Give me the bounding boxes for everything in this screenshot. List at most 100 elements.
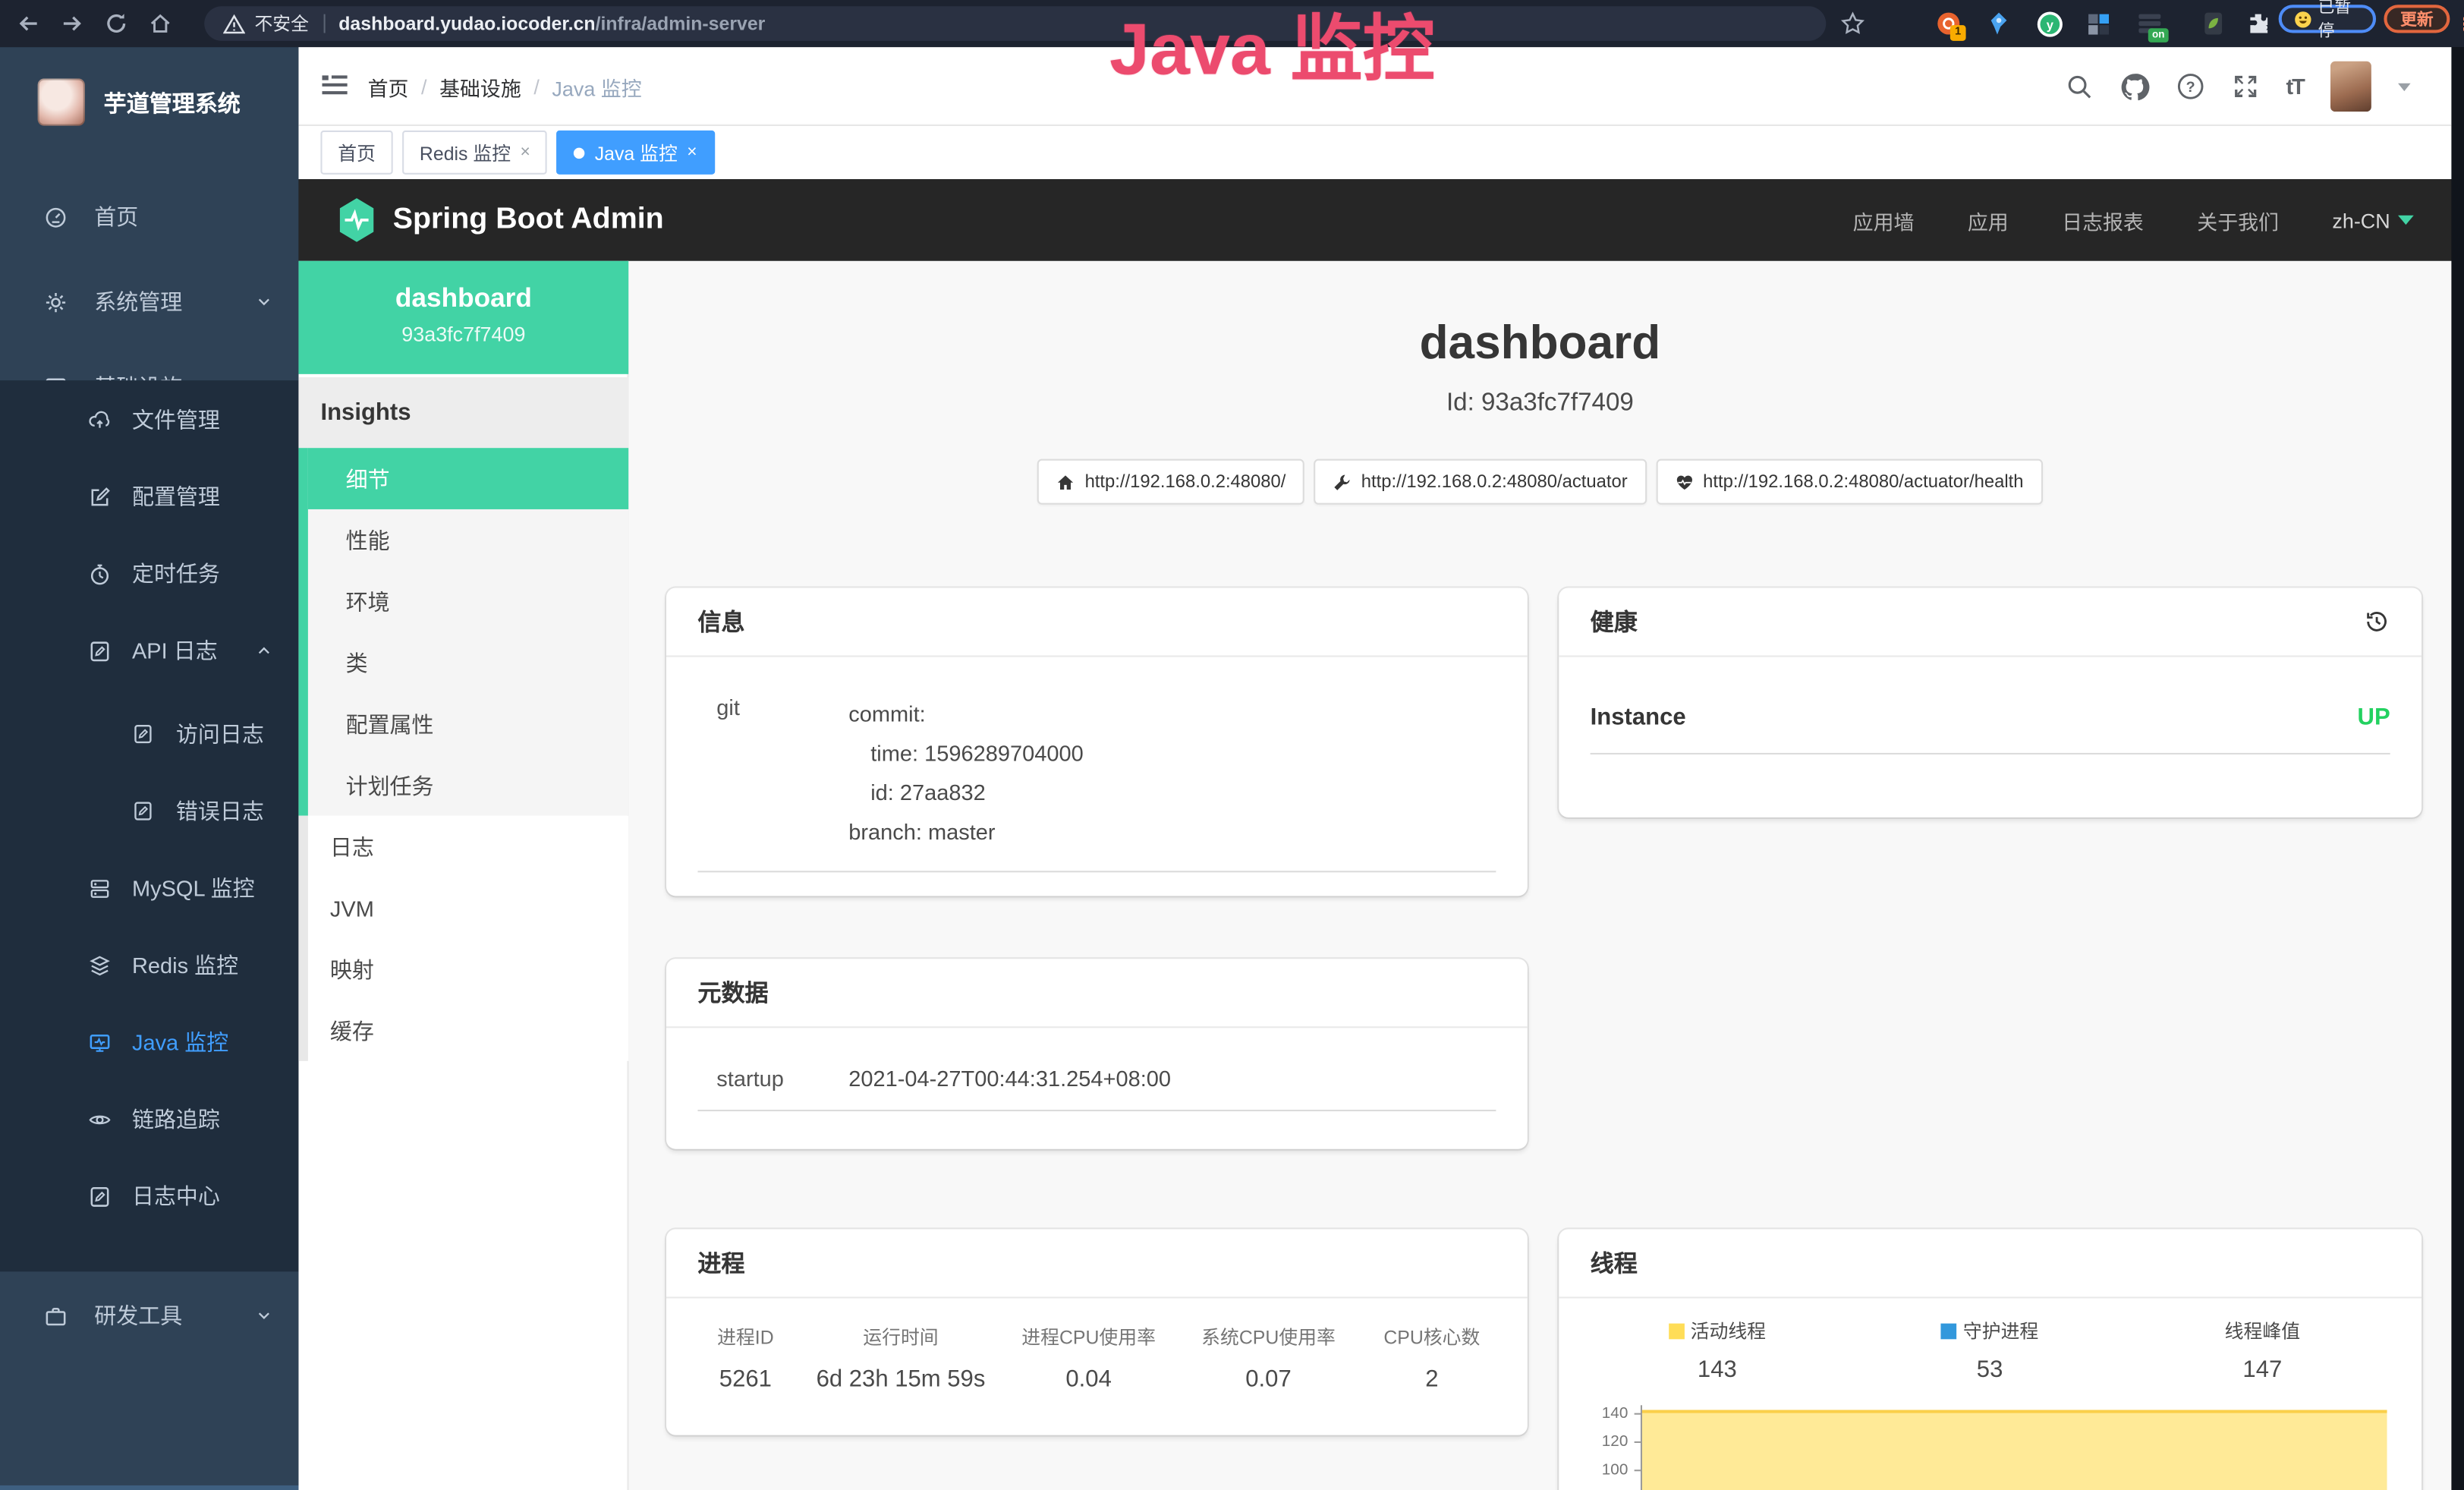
bookmark-star-button[interactable] — [1836, 8, 1871, 39]
threads-legend: 活动线程 守护进程 线程峰值 — [1581, 1317, 2399, 1344]
app-sidebar: 芋道管理系统 首页 系统管理 基础设施 文件管理 配置管理 定时任务 — [0, 47, 298, 1490]
endpoint-home-button[interactable]: http://192.168.0.2:48080/ — [1037, 459, 1304, 505]
sba-item-metrics[interactable]: 性能 — [308, 509, 628, 571]
address-bar[interactable]: 不安全 dashboard.yudao.iocoder.cn/infra/adm… — [204, 6, 1826, 41]
sba-nav-wallboard[interactable]: 应用墙 — [1853, 205, 1915, 235]
home-icon — [148, 11, 173, 36]
annotation-overlay: Java 监控 — [1109, 0, 1435, 97]
url-path: /infra/admin-server — [596, 13, 766, 35]
instance-id: 93a3fc7f7409 — [298, 314, 628, 345]
doc-edit-icon — [132, 723, 154, 745]
extension-leaf[interactable] — [2195, 8, 2230, 39]
briefcase-icon — [44, 1304, 68, 1328]
endpoint-buttons: http://192.168.0.2:48080/ http://192.168… — [628, 459, 2451, 505]
sba-item-scheduled-tasks[interactable]: 计划任务 — [308, 754, 628, 816]
sidebar-item-config-management[interactable]: 配置管理 — [0, 459, 298, 534]
search-icon — [2065, 72, 2093, 100]
sidebar-item-java-monitor[interactable]: Java 监控 — [0, 1004, 298, 1079]
profile-paused-chip[interactable]: 已暂停 — [2279, 5, 2376, 33]
browser-forward-button[interactable] — [50, 3, 94, 44]
user-menu-caret-icon[interactable] — [2398, 83, 2411, 90]
instance-header[interactable]: dashboard 93a3fc7f7409 — [298, 261, 628, 374]
sba-nav-applications[interactable]: 应用 — [1968, 205, 2009, 235]
blue-pin-extension-icon — [1988, 11, 2010, 36]
row-divider — [697, 1110, 1496, 1111]
font-size-button[interactable]: tT — [2286, 74, 2304, 99]
extension-video[interactable]: y — [2032, 8, 2067, 39]
threads-legend-values: 143 53 147 — [1581, 1356, 2399, 1383]
history-icon[interactable] — [2363, 608, 2390, 635]
database-icon — [88, 876, 112, 899]
doc-edit-icon — [132, 800, 154, 822]
extension-orange[interactable]: 1 — [1931, 8, 1966, 39]
tab-close-icon[interactable]: × — [520, 143, 530, 162]
sidebar-item-tracing[interactable]: 链路追踪 — [0, 1082, 298, 1157]
sba-locale-select[interactable]: zh-CN — [2332, 208, 2413, 232]
sidebar-item-scheduled-jobs[interactable]: 定时任务 — [0, 536, 298, 611]
threads-card-title: 线程 — [1559, 1229, 2422, 1298]
header-search-button[interactable] — [2065, 72, 2093, 100]
sba-item-mappings[interactable]: 映射 — [308, 938, 628, 1000]
tab-close-icon[interactable]: × — [687, 143, 697, 162]
process-table-header: 进程ID 运行时间 进程CPU使用率 系统CPU使用率 CPU核心数 — [688, 1324, 1506, 1350]
info-row-value: commit: time: 1596289704000 id: 27aa832 … — [848, 695, 1083, 852]
sidebar-item-home[interactable]: 首页 — [0, 179, 298, 254]
active-tab-dot — [574, 147, 585, 158]
sidebar-item-dev-tools[interactable]: 研发工具 — [0, 1278, 298, 1353]
header-github-button[interactable] — [2119, 71, 2149, 101]
browser-update-button[interactable]: 更新 — [2384, 5, 2450, 33]
extension-pin[interactable] — [1981, 8, 2016, 39]
tab-java-monitor[interactable]: Java 监控× — [557, 131, 714, 175]
sidebar-item-log-center[interactable]: 日志中心 — [0, 1158, 298, 1233]
url-domain: dashboard.yudao.iocoder.cn — [338, 13, 595, 35]
timer-icon — [88, 562, 112, 585]
sba-item-jvm[interactable]: JVM — [308, 877, 628, 939]
process-card-title: 进程 — [666, 1229, 1528, 1298]
puzzle-icon — [2245, 11, 2270, 36]
metadata-row-value: 2021-04-27T00:44:31.254+08:00 — [848, 1066, 1171, 1091]
breadcrumb-infrastructure[interactable]: 基础设施 — [439, 71, 521, 101]
process-pid: 5261 — [688, 1366, 803, 1393]
sidebar-item-file-management[interactable]: 文件管理 — [0, 382, 298, 457]
sba-item-config-props[interactable]: 配置属性 — [308, 693, 628, 754]
sba-item-caches[interactable]: 缓存 — [308, 1000, 628, 1061]
legend-swatch-blue — [1941, 1323, 1957, 1339]
sba-nav-journal[interactable]: 日志报表 — [2062, 205, 2144, 235]
sba-plain-items: 日志 JVM 映射 缓存 — [298, 816, 628, 1061]
daemon-threads-value: 53 — [1853, 1356, 2126, 1383]
browser-menu-kebab[interactable]: ⋮ — [2451, 9, 2464, 37]
app-logo[interactable]: 芋道管理系统 — [0, 60, 298, 145]
sba-item-environment[interactable]: 环境 — [308, 571, 628, 632]
extension-grid[interactable] — [2081, 8, 2116, 39]
home-icon — [1056, 472, 1075, 491]
health-status-badge: UP — [2358, 704, 2390, 731]
breadcrumb-home[interactable]: 首页 — [368, 71, 409, 101]
tab-redis-monitor[interactable]: Redis 监控× — [402, 131, 547, 175]
y-tick-120: 120 — [1581, 1434, 1628, 1451]
sidebar-item-api-log[interactable]: API 日志 — [0, 613, 298, 688]
browser-back-button[interactable] — [6, 3, 50, 44]
header-help-button[interactable]: ? — [2176, 72, 2204, 100]
sidebar-item-system-management[interactable]: 系统管理 — [0, 264, 298, 339]
process-table-values: 5261 6d 23h 15m 59s 0.04 0.07 2 — [688, 1366, 1506, 1393]
sba-item-details[interactable]: 细节 — [308, 448, 628, 509]
sidebar-item-access-log[interactable]: 访问日志 — [0, 696, 298, 771]
sidebar-item-mysql-monitor[interactable]: MySQL 监控 — [0, 850, 298, 925]
sidebar-item-redis-monitor[interactable]: Redis 监控 — [0, 928, 298, 1003]
sidebar-toggle-button[interactable] — [320, 71, 348, 99]
sba-nav-about[interactable]: 关于我们 — [2197, 205, 2279, 235]
tab-home[interactable]: 首页 — [320, 131, 392, 175]
sidebar-item-error-log[interactable]: 错误日志 — [0, 773, 298, 849]
endpoint-health-button[interactable]: http://192.168.0.2:48080/actuator/health — [1656, 459, 2042, 505]
endpoint-actuator-button[interactable]: http://192.168.0.2:48080/actuator — [1314, 459, 1647, 505]
browser-reload-button[interactable] — [94, 3, 138, 44]
sba-brand[interactable]: Spring Boot Admin — [393, 203, 664, 238]
sba-item-classes[interactable]: 类 — [308, 632, 628, 693]
browser-home-button[interactable] — [138, 3, 182, 44]
github-icon — [2119, 71, 2149, 101]
user-avatar[interactable] — [2330, 61, 2371, 112]
extensions-menu-button[interactable] — [2241, 8, 2276, 39]
extension-switch[interactable]: on — [2132, 8, 2167, 39]
header-fullscreen-button[interactable] — [2231, 72, 2259, 100]
sba-item-logs[interactable]: 日志 — [308, 816, 628, 877]
